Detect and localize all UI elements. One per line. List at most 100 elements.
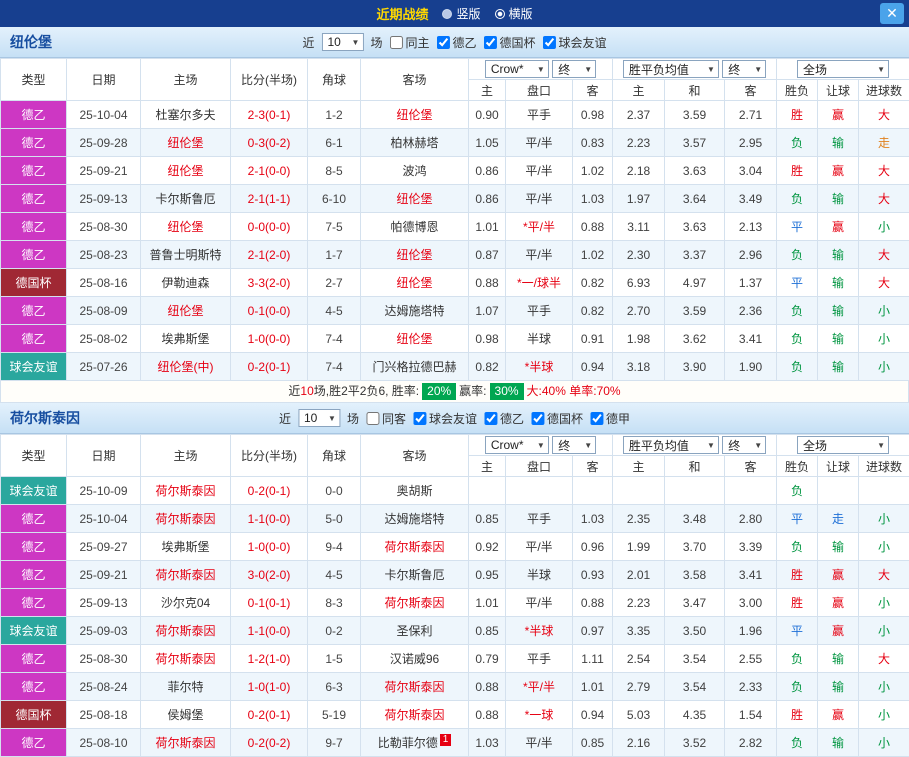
match-count-select[interactable]: 10▼: [298, 409, 340, 427]
water-away-cell: 0.82: [573, 297, 613, 325]
away-team-cell[interactable]: 门兴格拉德巴赫: [361, 353, 469, 381]
match-count-select[interactable]: 10▼: [321, 33, 363, 51]
radio-selected-icon[interactable]: [495, 9, 505, 19]
result-handicap-cell: 输: [818, 297, 859, 325]
away-team-cell[interactable]: 纽伦堡: [361, 101, 469, 129]
match-type-cell: 德乙: [1, 101, 67, 129]
filter-checkbox[interactable]: [437, 36, 450, 49]
odds-home-cell: 3.18: [613, 353, 665, 381]
layout-radio-vertical[interactable]: 竖版: [442, 5, 480, 22]
home-team-cell[interactable]: 埃弗斯堡: [141, 325, 231, 353]
away-team-cell[interactable]: 圣保利: [361, 617, 469, 645]
close-button[interactable]: ✕: [880, 3, 904, 24]
filter-checkbox-option[interactable]: 球会友谊: [543, 34, 607, 51]
filter-checkbox[interactable]: [590, 412, 603, 425]
team-name[interactable]: 荷尔斯泰因: [0, 408, 80, 428]
filter-checkbox[interactable]: [366, 412, 379, 425]
filter-checkbox-label: 同主: [405, 34, 429, 51]
away-team-cell[interactable]: 纽伦堡: [361, 325, 469, 353]
away-team-cell[interactable]: 波鸿: [361, 157, 469, 185]
filter-checkbox-option[interactable]: 同主: [389, 34, 429, 51]
col-header-result-goals: 进球数: [859, 456, 909, 477]
home-team-cell[interactable]: 菲尔特: [141, 673, 231, 701]
home-team-cell[interactable]: 纽伦堡: [141, 129, 231, 157]
avg-type-select[interactable]: 胜平负均值▼: [623, 60, 719, 78]
home-team-cell[interactable]: 侯姆堡: [141, 701, 231, 729]
water-home-cell: 0.82: [469, 353, 506, 381]
odds-home-cell: 2.35: [613, 505, 665, 533]
away-team-cell[interactable]: 帕德博恩: [361, 213, 469, 241]
scope-select[interactable]: 全场▼: [797, 60, 889, 78]
filter-checkbox-option[interactable]: 德国杯: [484, 34, 536, 51]
away-team-cell[interactable]: 奥胡斯: [361, 477, 469, 505]
layout-radio-horizontal[interactable]: 横版: [495, 5, 533, 22]
home-team-cell[interactable]: 普鲁士明斯特: [141, 241, 231, 269]
result-goals-cell: 小: [859, 729, 909, 757]
away-team-cell[interactable]: 纽伦堡: [361, 241, 469, 269]
odds-draw-cell: 3.62: [665, 325, 725, 353]
home-team-cell[interactable]: 埃弗斯堡: [141, 533, 231, 561]
filter-checkbox[interactable]: [543, 36, 556, 49]
filter-checkbox[interactable]: [413, 412, 426, 425]
home-team-cell[interactable]: 伊勒迪森: [141, 269, 231, 297]
avg-time-select[interactable]: 终▼: [722, 60, 766, 78]
odds-source-select[interactable]: Crow*▼: [485, 60, 549, 78]
away-team-cell[interactable]: 荷尔斯泰因: [361, 673, 469, 701]
away-team-cell[interactable]: 柏林赫塔: [361, 129, 469, 157]
avg-type-select[interactable]: 胜平负均值▼: [623, 436, 719, 454]
away-team-cell[interactable]: 达姆施塔特: [361, 505, 469, 533]
home-team-cell[interactable]: 荷尔斯泰因: [141, 505, 231, 533]
away-team-cell[interactable]: 荷尔斯泰因: [361, 533, 469, 561]
filter-checkbox-option[interactable]: 球会友谊: [413, 410, 477, 427]
odds-away-cell: 3.00: [725, 589, 777, 617]
summary-row: 近10场,胜2平2负6, 胜率: 20% 赢率: 30% 大:40% 单率:70…: [0, 381, 909, 403]
result-handicap-cell: 输: [818, 353, 859, 381]
filter-checkbox[interactable]: [484, 412, 497, 425]
away-team-cell[interactable]: 纽伦堡: [361, 269, 469, 297]
filter-checkbox-option[interactable]: 德甲: [590, 410, 630, 427]
home-team-cell[interactable]: 荷尔斯泰因: [141, 477, 231, 505]
away-team-cell[interactable]: 纽伦堡: [361, 185, 469, 213]
date-cell: 25-10-04: [67, 101, 141, 129]
score-cell: 2-3(0-1): [231, 101, 308, 129]
odds-source-select[interactable]: Crow*▼: [485, 436, 549, 454]
team-name[interactable]: 纽伦堡: [0, 32, 52, 52]
home-team-cell[interactable]: 纽伦堡: [141, 213, 231, 241]
odds-time-select[interactable]: 终▼: [552, 60, 596, 78]
filter-checkbox[interactable]: [531, 412, 544, 425]
radio-unselected-icon[interactable]: [442, 9, 452, 19]
avg-time-select[interactable]: 终▼: [722, 436, 766, 454]
filter-checkbox-option[interactable]: 德乙: [484, 410, 524, 427]
match-type-cell: 德乙: [1, 645, 67, 673]
home-team-cell[interactable]: 纽伦堡: [141, 157, 231, 185]
filter-checkbox-option[interactable]: 德乙: [437, 34, 477, 51]
filter-checkbox-option[interactable]: 德国杯: [531, 410, 583, 427]
scope-select[interactable]: 全场▼: [797, 436, 889, 454]
odds-time-select[interactable]: 终▼: [552, 436, 596, 454]
away-team-cell[interactable]: 汉诺威96: [361, 645, 469, 673]
home-team-cell[interactable]: 卡尔斯鲁厄: [141, 185, 231, 213]
filter-checkbox[interactable]: [484, 36, 497, 49]
home-team-cell[interactable]: 荷尔斯泰因: [141, 561, 231, 589]
away-team-cell[interactable]: 比勒菲尔德1: [361, 729, 469, 757]
home-team-cell[interactable]: 荷尔斯泰因: [141, 645, 231, 673]
home-team-cell[interactable]: 纽伦堡(中): [141, 353, 231, 381]
filter-checkbox[interactable]: [389, 36, 402, 49]
away-team-cell[interactable]: 达姆施塔特: [361, 297, 469, 325]
away-team-cell[interactable]: 荷尔斯泰因: [361, 589, 469, 617]
col-header-odds-away: 客: [725, 456, 777, 477]
away-team-cell[interactable]: 卡尔斯鲁厄: [361, 561, 469, 589]
home-team-cell[interactable]: 纽伦堡: [141, 297, 231, 325]
odds-draw-cell: 4.97: [665, 269, 725, 297]
result-wdl-cell: 负: [777, 297, 818, 325]
home-team-cell[interactable]: 荷尔斯泰因: [141, 617, 231, 645]
away-team-cell[interactable]: 荷尔斯泰因: [361, 701, 469, 729]
odds-home-cell: 2.18: [613, 157, 665, 185]
filter-checkbox-option[interactable]: 同客: [366, 410, 406, 427]
home-team-cell[interactable]: 沙尔克04: [141, 589, 231, 617]
home-team-cell[interactable]: 杜塞尔多夫: [141, 101, 231, 129]
home-team-cell[interactable]: 荷尔斯泰因: [141, 729, 231, 757]
summary-segment: 场,胜2平2负6, 胜率:: [314, 383, 419, 400]
result-wdl-cell: 负: [777, 353, 818, 381]
table-row: 德乙25-08-09纽伦堡0-1(0-0)4-5达姆施塔特1.07平手0.822…: [1, 297, 909, 325]
